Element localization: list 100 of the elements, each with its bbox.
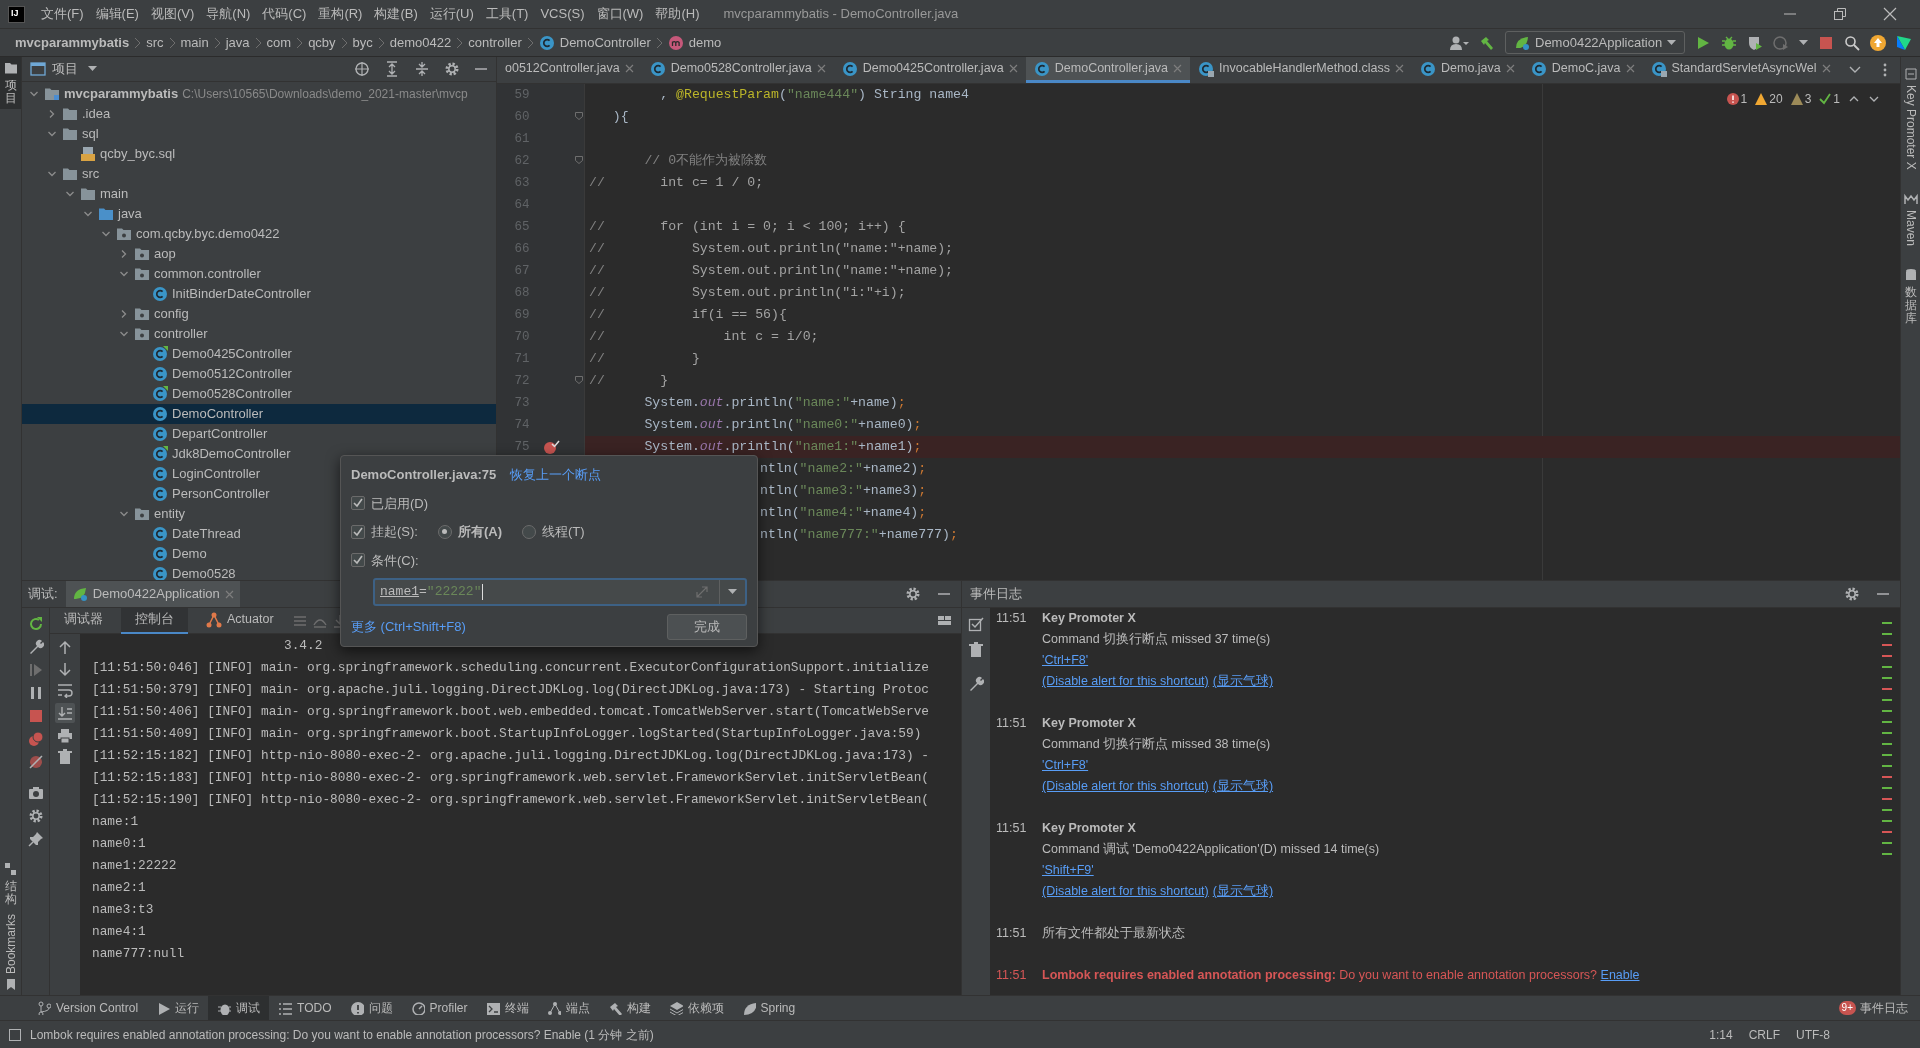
line-ending[interactable]: CRLF bbox=[1748, 1025, 1780, 1044]
event-link[interactable]: (Disable alert for this shortcut) bbox=[1042, 776, 1209, 797]
search-icon[interactable] bbox=[1844, 34, 1860, 51]
print-icon[interactable] bbox=[57, 728, 73, 744]
editor-tab[interactable]: Demo.java bbox=[1412, 57, 1523, 83]
tool-window-button[interactable]: 项目 bbox=[0, 57, 21, 110]
dropdown-icon[interactable] bbox=[728, 589, 737, 595]
chevron-down-icon[interactable] bbox=[101, 229, 111, 239]
fold-icon[interactable] bbox=[573, 111, 584, 121]
done-button[interactable]: 完成 bbox=[667, 614, 747, 640]
breadcrumb-item[interactable]: byc bbox=[347, 32, 378, 53]
tool-window-button[interactable]: 数据库 bbox=[1900, 263, 1920, 330]
chevron-down-icon[interactable] bbox=[119, 329, 129, 339]
radio-button[interactable] bbox=[522, 524, 536, 539]
tool-window-button[interactable]: 终端 bbox=[476, 996, 538, 1020]
chevron-down-icon[interactable] bbox=[47, 169, 57, 179]
tree-item[interactable]: Demo0425Controller bbox=[172, 344, 292, 364]
tool-window-button[interactable]: Version Control bbox=[28, 996, 148, 1020]
tool-window-button[interactable]: 运行 bbox=[147, 996, 209, 1020]
up-arrow-icon[interactable] bbox=[57, 640, 73, 656]
mark-read-icon[interactable] bbox=[968, 616, 984, 632]
fold-icon[interactable] bbox=[573, 155, 584, 165]
wrench-icon[interactable] bbox=[968, 676, 984, 692]
shortcut-link[interactable]: 'Shift+F9' bbox=[1042, 863, 1094, 877]
menu-item[interactable]: 编辑(E) bbox=[89, 0, 145, 28]
breadcrumb-item[interactable]: com bbox=[261, 32, 297, 53]
close-icon[interactable] bbox=[1395, 64, 1404, 73]
selected-row[interactable]: DemoController bbox=[22, 404, 496, 424]
breakpoints-icon[interactable] bbox=[27, 731, 44, 747]
tab[interactable]: 调试器 bbox=[50, 607, 117, 634]
breadcrumb-item[interactable]: mvcparammybatis bbox=[10, 32, 135, 53]
fold-icon[interactable] bbox=[573, 375, 584, 385]
settings-icon[interactable] bbox=[1844, 586, 1860, 602]
tree-item[interactable]: entity bbox=[154, 504, 186, 524]
checkbox[interactable] bbox=[351, 496, 365, 511]
more-link[interactable]: 更多 (Ctrl+Shift+F8) bbox=[351, 617, 466, 637]
settings-icon[interactable] bbox=[905, 586, 921, 602]
user-icon[interactable] bbox=[1449, 34, 1469, 51]
chevron-right-icon[interactable] bbox=[119, 309, 129, 319]
restore-link[interactable]: 恢复上一个断点 bbox=[510, 465, 602, 485]
update-icon[interactable] bbox=[1870, 34, 1886, 51]
cursor-position[interactable]: 1:14 bbox=[1709, 1025, 1733, 1044]
tree-item[interactable]: config bbox=[154, 304, 189, 324]
chevron-down-icon[interactable] bbox=[29, 89, 39, 99]
tree-item[interactable]: common.controller bbox=[154, 264, 261, 284]
tool-window-button[interactable]: 调试 bbox=[208, 996, 270, 1020]
restore-icon[interactable] bbox=[1832, 6, 1848, 22]
breakpoint-icon[interactable] bbox=[542, 439, 560, 455]
menu-item[interactable]: 帮助(H) bbox=[649, 0, 706, 28]
tree-item[interactable]: DemoController bbox=[172, 404, 264, 424]
stop-icon[interactable] bbox=[1818, 34, 1834, 51]
breadcrumb-item[interactable]: DemoController bbox=[533, 32, 656, 53]
editor-tab[interactable]: DemoController.java bbox=[1025, 57, 1191, 83]
tab[interactable]: Actuator bbox=[192, 607, 288, 634]
view-selector[interactable]: 项目 bbox=[52, 59, 97, 79]
chevron-right-icon[interactable] bbox=[47, 109, 57, 119]
close-icon[interactable] bbox=[624, 64, 634, 73]
tree-item[interactable]: LoginController bbox=[172, 464, 261, 484]
caret-icon[interactable] bbox=[88, 66, 97, 72]
tree-item[interactable]: .idea bbox=[82, 104, 111, 124]
wrap-lines-icon[interactable] bbox=[57, 682, 73, 698]
event-link[interactable]: (Disable alert for this shortcut) bbox=[1042, 671, 1209, 692]
plugin-icon[interactable] bbox=[1896, 34, 1912, 51]
trash-icon[interactable] bbox=[968, 642, 984, 658]
tree-item[interactable]: java bbox=[118, 204, 142, 224]
tab[interactable]: 控制台 bbox=[121, 607, 188, 634]
close-icon[interactable] bbox=[816, 64, 826, 73]
close-icon[interactable] bbox=[1821, 64, 1831, 73]
tool-window-button[interactable]: 依赖项 bbox=[659, 996, 733, 1020]
editor-tab[interactable]: Demo0425Controller.java bbox=[833, 57, 1026, 83]
menu-item[interactable]: 工具(T) bbox=[479, 0, 535, 28]
tool-window-button[interactable]: 构建 bbox=[598, 996, 660, 1020]
tree-item[interactable]: mvcparammybatis bbox=[64, 84, 179, 104]
down-arrow-icon[interactable] bbox=[57, 661, 73, 677]
breadcrumb-item[interactable]: controller bbox=[463, 32, 527, 53]
settings-icon[interactable] bbox=[27, 808, 44, 824]
menu-item[interactable]: 导航(N) bbox=[200, 0, 257, 28]
shield-icon[interactable] bbox=[1747, 34, 1763, 51]
tree-item[interactable]: Demo bbox=[172, 544, 207, 564]
editor-tab[interactable]: StandardServletAsyncWel bbox=[1642, 57, 1839, 83]
tree-item[interactable]: InitBinderDateController bbox=[172, 284, 311, 304]
mute-breakpoints-icon[interactable] bbox=[27, 754, 44, 770]
radio-button[interactable] bbox=[437, 524, 452, 539]
event-link[interactable]: (显示气球) bbox=[1212, 881, 1274, 902]
event-link[interactable]: (显示气球) bbox=[1212, 776, 1274, 797]
caret-icon[interactable] bbox=[1667, 39, 1677, 46]
tree-item[interactable]: DepartController bbox=[172, 424, 268, 444]
tool-window-button[interactable]: Spring bbox=[732, 996, 805, 1020]
menu-item[interactable]: 运行(U) bbox=[423, 0, 480, 28]
event-link[interactable]: (显示气球) bbox=[1212, 671, 1274, 692]
tree-item[interactable]: aop bbox=[154, 244, 176, 264]
breadcrumb-item[interactable]: demo bbox=[662, 32, 727, 53]
enable-link[interactable]: Enable bbox=[1600, 968, 1640, 982]
event-link[interactable]: (Disable alert for this shortcut) bbox=[1042, 881, 1209, 902]
expand-all-icon[interactable] bbox=[384, 61, 400, 77]
camera-icon[interactable] bbox=[27, 785, 44, 801]
trash-icon[interactable] bbox=[57, 749, 73, 765]
chevron-down-icon[interactable] bbox=[119, 509, 129, 519]
rerun-icon[interactable] bbox=[27, 616, 44, 632]
condition-field[interactable]: name1="22222" bbox=[373, 578, 747, 606]
